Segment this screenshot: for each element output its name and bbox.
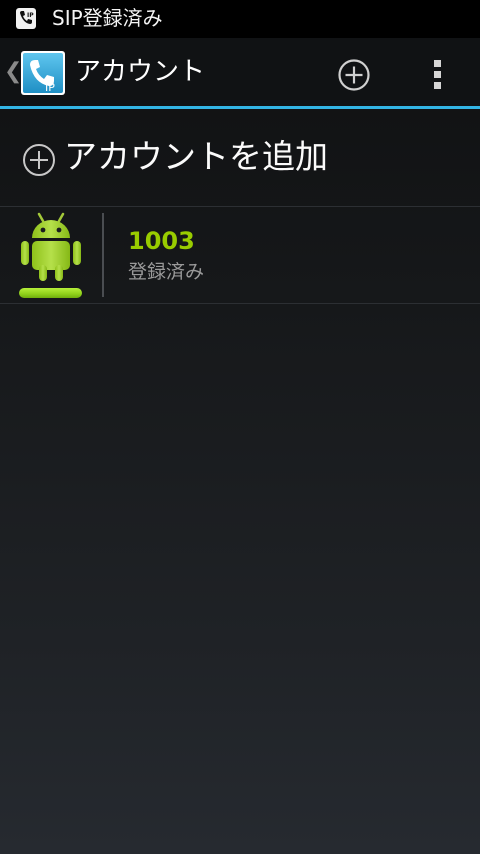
add-circle-icon bbox=[21, 142, 57, 178]
action-bar-divider bbox=[0, 106, 480, 109]
svg-text:IP: IP bbox=[27, 12, 34, 19]
sip-notification-icon: IP bbox=[16, 8, 36, 29]
add-circle-icon bbox=[338, 59, 370, 91]
row-separator bbox=[102, 213, 104, 297]
account-list-item[interactable]: 1003 登録済み bbox=[0, 207, 480, 303]
account-status: 登録済み bbox=[128, 261, 205, 283]
overflow-menu-icon-dot bbox=[434, 71, 441, 78]
account-name: 1003 bbox=[128, 227, 195, 255]
app-icon-label: IP bbox=[45, 81, 55, 94]
overflow-menu-button[interactable] bbox=[420, 52, 456, 96]
overflow-menu-icon bbox=[434, 60, 441, 67]
sip-phone-app-icon[interactable]: IP bbox=[20, 50, 66, 96]
page-title: アカウント bbox=[75, 57, 206, 87]
status-bar-text: SIP登録済み bbox=[52, 6, 163, 30]
add-account-action-button[interactable] bbox=[336, 57, 372, 93]
add-account-label: アカウントを追加 bbox=[64, 137, 328, 176]
android-robot-icon bbox=[18, 210, 84, 286]
list-divider bbox=[0, 303, 480, 304]
overflow-menu-icon-dot bbox=[434, 82, 441, 89]
action-bar bbox=[0, 38, 480, 106]
add-account-row[interactable]: アカウントを追加 bbox=[0, 110, 480, 206]
account-status-indicator bbox=[19, 288, 82, 298]
